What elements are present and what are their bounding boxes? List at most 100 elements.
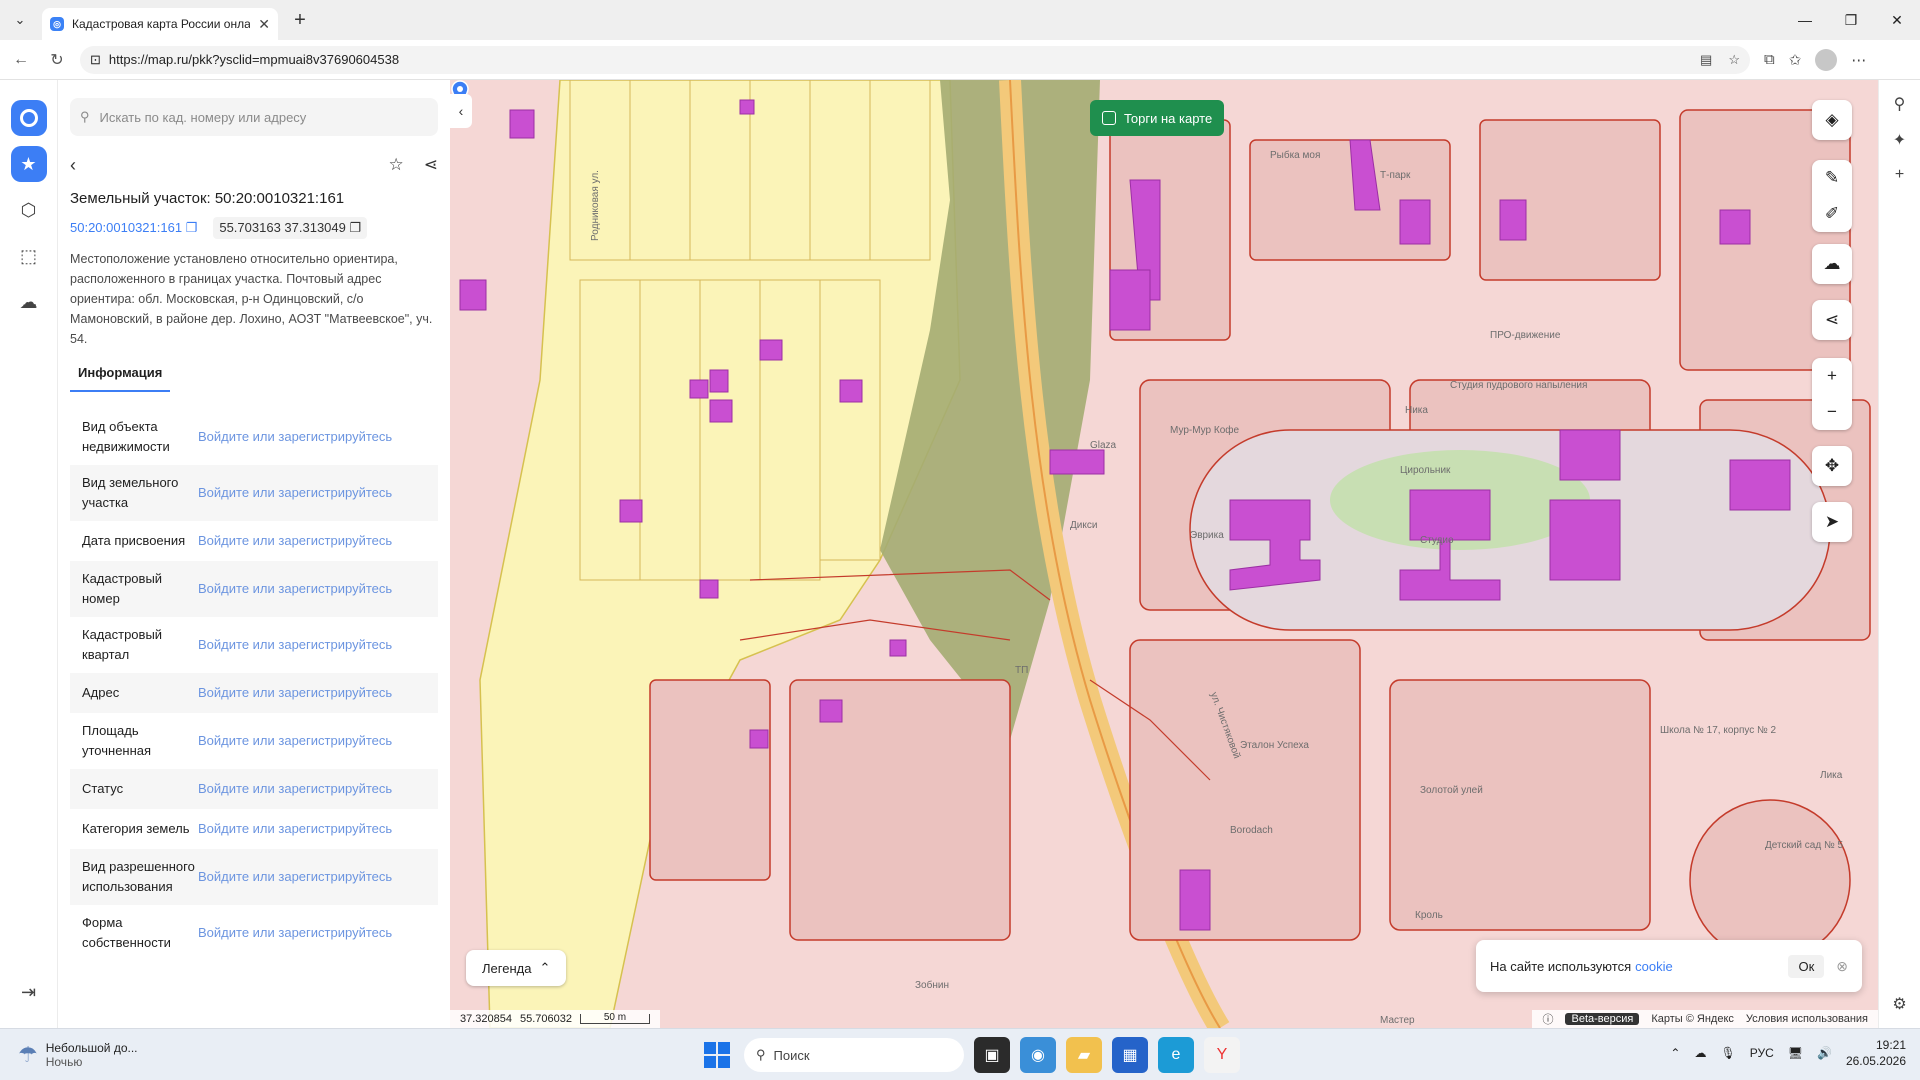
task-view-icon[interactable]: ▣ (974, 1037, 1010, 1073)
scale-bar: 50 m (580, 1013, 650, 1024)
attribution-text[interactable]: Карты © Яндекс (1651, 1013, 1734, 1025)
cookie-banner: На сайте используются cookie Ок ⊗ (1476, 940, 1862, 992)
legend-button[interactable]: Легенда ⌃ (466, 950, 567, 986)
back-arrow-icon[interactable]: ← (6, 45, 36, 75)
start-button[interactable] (700, 1038, 734, 1072)
edge-browser-icon[interactable]: e (1158, 1037, 1194, 1073)
app-logo[interactable] (10, 100, 47, 136)
onedrive-icon[interactable]: ☁ (1694, 1046, 1706, 1060)
polygon-rail-icon[interactable]: ⬡ (11, 192, 47, 228)
copy-icon[interactable]: ❐ (349, 220, 361, 235)
store-icon[interactable]: ▦ (1112, 1037, 1148, 1073)
file-explorer-icon[interactable]: ▰ (1066, 1037, 1102, 1073)
poi-label: Borodach (1230, 825, 1273, 836)
tab-information[interactable]: Информация (70, 361, 171, 392)
tray-chevron-icon[interactable]: ⌃ (1670, 1046, 1680, 1060)
network-icon[interactable]: 🖥 (1788, 1046, 1803, 1060)
search-sidebar-icon[interactable]: ⚲ (1894, 94, 1906, 114)
select-area-rail-icon[interactable]: ⬚ (11, 238, 47, 274)
info-row-label: Вид земельного участка (82, 475, 179, 510)
move-icon[interactable]: ✥ (1812, 446, 1852, 486)
info-row: Кадастровый квартал Войдите или зарегистр… (70, 617, 438, 673)
taskbar-search[interactable]: ⚲ Поиск (744, 1038, 964, 1072)
login-link[interactable]: Войдите или зарегистрируйтесь (198, 867, 392, 887)
locate-me-icon[interactable]: ➤ (1812, 502, 1852, 542)
cookie-ok-button[interactable]: Ок (1788, 954, 1825, 978)
minimize-button[interactable]: — (1782, 0, 1828, 40)
weather-title: Небольшой до... (45, 1040, 138, 1055)
window-controls: — ❐ ✕ (1782, 0, 1920, 40)
login-link[interactable]: Войдите или зарегистрируйтесь (198, 779, 392, 799)
login-link[interactable]: Войдите или зарегистрируйтесь (198, 731, 392, 751)
login-link[interactable]: Войдите или зарегистрируйтесь (198, 819, 392, 839)
more-menu-icon[interactable]: ⋯ (1851, 51, 1866, 69)
login-icon[interactable]: ⇥ (11, 974, 47, 1010)
copy-icon[interactable]: ❐ (186, 220, 198, 235)
terms-link[interactable]: Условия использования (1746, 1013, 1868, 1025)
favorites-rail-icon[interactable]: ★ (10, 146, 47, 182)
cookie-close-icon[interactable]: ⊗ (1836, 958, 1848, 975)
cad-number-link[interactable]: 50:20:0010321:161 ❐ (70, 220, 197, 236)
cloud-rail-icon[interactable]: ☁ (11, 284, 47, 320)
map-canvas[interactable] (450, 80, 1878, 1028)
favorite-star-icon[interactable]: ☆ (1728, 52, 1740, 68)
info-row: Категория земель Войдите или зарегистриру… (70, 809, 438, 849)
tab-actions-chevron-icon[interactable]: ⌄ (6, 6, 34, 34)
login-link[interactable]: Войдите или зарегистрируйтесь (198, 531, 392, 551)
login-link[interactable]: Войдите или зарегистрируйтесь (198, 427, 392, 447)
collapse-panel-chevron-icon[interactable]: ‹ (450, 94, 472, 128)
gear-icon[interactable]: ⚙ (1892, 994, 1906, 1014)
tab-close-icon[interactable]: ✕ (258, 16, 270, 33)
coords-chip[interactable]: 55.703163 37.313049 ❐ (213, 217, 368, 239)
login-link[interactable]: Войдите или зарегистрируйтесь (198, 579, 392, 599)
extensions-icon[interactable]: ⧉ (1764, 51, 1775, 68)
url-text: https://map.ru/pkk?ysclid=mpmuai8v376906… (108, 52, 400, 67)
volume-icon[interactable]: 🔊 (1817, 1046, 1832, 1060)
poi-label: Эврика (1190, 530, 1224, 541)
zoom-out-button[interactable]: − (1812, 394, 1852, 430)
weather-widget[interactable]: ☂ Небольшой до... Ночью (18, 1041, 138, 1069)
yandex-browser-icon[interactable]: Y (1204, 1037, 1240, 1073)
maximize-button[interactable]: ❐ (1828, 0, 1874, 40)
login-link[interactable]: Войдите или зарегистрируйтесь (198, 683, 392, 703)
widgets-app-icon[interactable]: ◉ (1020, 1037, 1056, 1073)
search-input[interactable]: ⚲ Искать по кад. номеру или адресу (70, 98, 438, 136)
microphone-icon[interactable]: 🎙 (1720, 1046, 1735, 1060)
clock[interactable]: 19:21 26.05.2026 (1846, 1037, 1906, 1069)
share-map-icon[interactable]: ⋖ (1812, 300, 1852, 340)
login-link[interactable]: Войдите или зарегистрируйтесь (198, 635, 392, 655)
poi-label: Рыбка моя (1270, 150, 1321, 161)
torgi-toggle[interactable]: Торги на карте (1090, 100, 1225, 136)
site-info-icon[interactable]: ⊡ (90, 52, 101, 68)
language-indicator[interactable]: РУС (1750, 1046, 1774, 1060)
cadastral-map[interactable]: Родниковая ул. ул. Чистяковой Школа № 17… (450, 80, 1878, 1028)
close-window-button[interactable]: ✕ (1874, 0, 1920, 40)
cloud-upload-icon[interactable]: ☁ (1812, 244, 1852, 284)
copilot-icon[interactable]: ✦ (1893, 130, 1906, 150)
favicon-icon: ◎ (50, 17, 64, 31)
url-field[interactable]: ⊡ https://map.ru/pkk?ysclid=mpmuai8v3769… (80, 45, 1750, 74)
profile-avatar[interactable] (1815, 48, 1838, 71)
login-link[interactable]: Войдите или зарегистрируйтесь (198, 483, 392, 503)
favorites-icon[interactable]: ✩ (1789, 51, 1802, 69)
add-sidebar-icon[interactable]: + (1895, 166, 1904, 184)
torgi-checkbox[interactable] (1102, 111, 1116, 125)
cookie-link[interactable]: cookie (1635, 959, 1673, 974)
refresh-icon[interactable]: ↻ (42, 45, 72, 75)
browser-tab[interactable]: ◎ Кадастровая карта России онлайн ✕ (42, 8, 278, 40)
reader-mode-icon[interactable]: ▤ (1700, 52, 1712, 68)
coord-x: 37.320854 (460, 1013, 512, 1025)
layers-icon[interactable]: ◈ (1812, 100, 1852, 140)
info-icon[interactable]: ⓘ (1542, 1011, 1553, 1027)
ruler-pen-icon[interactable]: ✎ (1812, 160, 1852, 196)
toolbar-icons: ⧉ ✩ ⋯ (1764, 48, 1866, 71)
new-tab-button[interactable]: + (286, 6, 314, 34)
bookmark-star-icon[interactable]: ☆ (389, 155, 404, 175)
zoom-in-button[interactable]: + (1812, 358, 1852, 394)
back-chevron-icon[interactable]: ‹ (70, 155, 100, 176)
login-link[interactable]: Войдите или зарегистрируйтесь (198, 923, 392, 943)
edit-icon[interactable]: ✐ (1812, 196, 1852, 232)
legend-label: Легенда (482, 960, 532, 976)
share-icon[interactable]: ⋖ (424, 155, 438, 175)
info-row: Форма собственности Войдите или зарегистр… (70, 905, 438, 961)
